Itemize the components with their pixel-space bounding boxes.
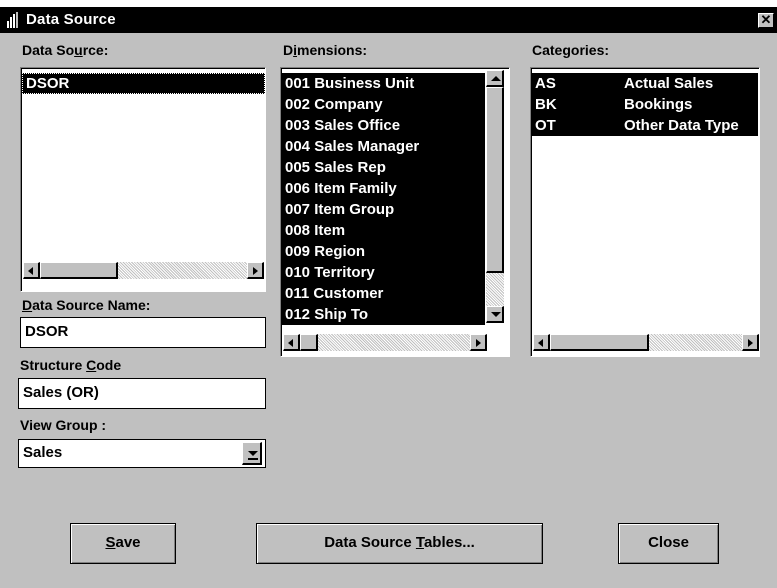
arrow-up-icon (491, 76, 501, 81)
dimension-item[interactable]: 012 Ship To (282, 304, 485, 325)
category-name: Actual Sales (624, 75, 714, 92)
scroll-down-button[interactable] (486, 306, 504, 323)
save-button[interactable]: Save (70, 523, 176, 564)
category-code: OT (535, 117, 556, 134)
category-item[interactable]: OT Other Data Type (532, 115, 758, 136)
category-item[interactable]: AS Actual Sales (532, 73, 758, 94)
horizontal-scrollbar[interactable] (283, 334, 487, 351)
dropdown-underline (248, 458, 258, 460)
scroll-thumb[interactable] (486, 87, 504, 273)
arrow-right-icon (748, 339, 753, 347)
data-source-tables-button[interactable]: Data Source Tables... (256, 523, 543, 564)
structure-code-field[interactable]: Sales (OR) (18, 378, 266, 409)
scroll-right-button[interactable] (742, 334, 759, 351)
vertical-scrollbar[interactable] (486, 70, 504, 323)
view-group-dropdown[interactable]: Sales (18, 439, 266, 468)
scroll-track[interactable] (486, 273, 504, 306)
dimension-item[interactable]: 001 Business Unit (282, 73, 485, 94)
scroll-track[interactable] (118, 262, 247, 279)
category-code: AS (535, 75, 556, 92)
dimension-item[interactable]: 007 Item Group (282, 199, 485, 220)
arrow-right-icon (476, 339, 481, 347)
scroll-right-button[interactable] (247, 262, 264, 279)
data-source-name-field[interactable]: DSOR (20, 317, 266, 348)
scroll-track[interactable] (318, 334, 470, 351)
scroll-thumb[interactable] (550, 334, 649, 351)
data-source-window: Data Source ✕ Data Source: DSOR Data Sou… (0, 7, 777, 588)
dimensions-label: Dimensions: (283, 42, 368, 58)
category-name: Bookings (624, 96, 693, 113)
scroll-left-button[interactable] (23, 262, 40, 279)
title-bar[interactable]: Data Source ✕ (0, 7, 777, 33)
list-item[interactable]: DSOR (22, 73, 265, 94)
app-icon (7, 12, 18, 28)
horizontal-scrollbar[interactable] (533, 334, 759, 351)
data-source-listbox[interactable]: DSOR (20, 67, 266, 292)
scroll-track[interactable] (649, 334, 742, 351)
data-source-label: Data Source: (22, 42, 109, 58)
dimension-item[interactable]: 009 Region (282, 241, 485, 262)
dimension-item[interactable]: 008 Item (282, 220, 485, 241)
view-group-selected: Sales (23, 444, 63, 461)
scroll-right-button[interactable] (470, 334, 487, 351)
dropdown-button[interactable] (242, 442, 262, 465)
dimension-item[interactable]: 006 Item Family (282, 178, 485, 199)
dimension-item[interactable]: 011 Customer (282, 283, 485, 304)
arrow-down-icon (491, 312, 501, 317)
close-button[interactable]: Close (618, 523, 719, 564)
dimensions-listbox[interactable]: 001 Business Unit 002 Company 003 Sales Of… (280, 67, 510, 357)
scroll-thumb[interactable] (40, 262, 118, 279)
scroll-up-button[interactable] (486, 70, 504, 87)
categories-label: Categories: (532, 42, 610, 58)
close-icon[interactable]: ✕ (758, 13, 774, 28)
data-source-name-label: Data Source Name: (22, 297, 151, 313)
horizontal-scrollbar[interactable] (23, 262, 264, 279)
arrow-left-icon (28, 267, 33, 275)
dimension-item[interactable]: 002 Company (282, 94, 485, 115)
category-name: Other Data Type (624, 117, 739, 134)
categories-listbox[interactable]: AS Actual Sales BK Bookings OT Other Data Typ… (530, 67, 760, 357)
arrow-right-icon (253, 267, 258, 275)
structure-code-label: Structure Code (20, 357, 122, 373)
scroll-left-button[interactable] (283, 334, 300, 351)
dimension-item[interactable]: 010 Territory (282, 262, 485, 283)
dimension-item[interactable]: 004 Sales Manager (282, 136, 485, 157)
scroll-left-button[interactable] (533, 334, 550, 351)
category-code: BK (535, 96, 557, 113)
dimension-item[interactable]: 005 Sales Rep (282, 157, 485, 178)
category-item[interactable]: BK Bookings (532, 94, 758, 115)
arrow-left-icon (288, 339, 293, 347)
arrow-left-icon (538, 339, 543, 347)
chevron-down-icon (248, 451, 258, 456)
dimension-item[interactable]: 003 Sales Office (282, 115, 485, 136)
view-group-label: View Group : (20, 417, 107, 433)
window-title: Data Source (26, 11, 116, 28)
scroll-thumb[interactable] (300, 334, 318, 351)
